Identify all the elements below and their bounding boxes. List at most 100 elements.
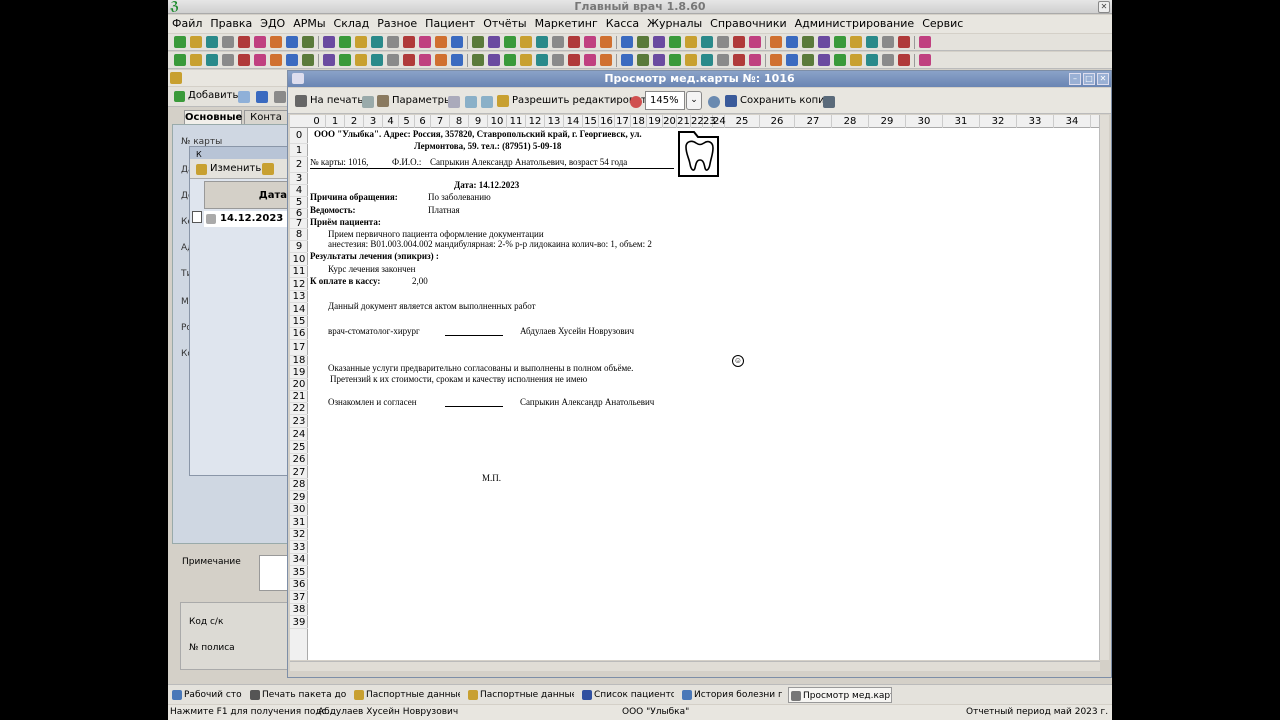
toolbar-tool-icon[interactable] xyxy=(770,54,782,66)
toolbar-tool-icon[interactable] xyxy=(302,54,314,66)
table-row[interactable]: 14.12.2023 xyxy=(204,211,290,227)
toolbar-tool-icon[interactable] xyxy=(238,54,250,66)
toolbar-tool-icon[interactable] xyxy=(882,36,894,48)
tool-icon[interactable] xyxy=(238,91,250,103)
toolbar-tool-icon[interactable] xyxy=(371,54,383,66)
menu-journals[interactable]: Журналы xyxy=(643,15,706,33)
toolbar-tool-icon[interactable] xyxy=(834,54,846,66)
toolbar-tool-icon[interactable] xyxy=(898,54,910,66)
zoom-in-icon[interactable] xyxy=(708,96,720,108)
close-icon[interactable]: ✕ xyxy=(1098,1,1110,13)
toolbar-tool-icon[interactable] xyxy=(749,54,761,66)
toolbar-tool-icon[interactable] xyxy=(733,36,745,48)
toolbar-tool-icon[interactable] xyxy=(488,54,500,66)
toolbar-tool-icon[interactable] xyxy=(174,54,186,66)
toolbar-tool-icon[interactable] xyxy=(355,36,367,48)
toolbar-tool-icon[interactable] xyxy=(568,36,580,48)
menu-arm[interactable]: АРМы xyxy=(289,15,329,33)
task-print-package[interactable]: Печать пакета док... xyxy=(248,687,346,703)
toolbar-tool-icon[interactable] xyxy=(238,36,250,48)
toolbar-tool-icon[interactable] xyxy=(286,36,298,48)
grid-icon[interactable] xyxy=(465,96,477,108)
toolbar-tool-icon[interactable] xyxy=(339,36,351,48)
toolbar-tool-icon[interactable] xyxy=(403,36,415,48)
toolbar-tool-icon[interactable] xyxy=(254,36,266,48)
toolbar-tool-icon[interactable] xyxy=(323,54,335,66)
toolbar-tool-icon[interactable] xyxy=(749,36,761,48)
save-copy-button[interactable]: Сохранить копию xyxy=(724,92,833,110)
toolbar-tool-icon[interactable] xyxy=(919,36,931,48)
note-field[interactable] xyxy=(259,555,288,591)
date-column-header[interactable]: Дата xyxy=(204,181,290,209)
toolbar-tool-icon[interactable] xyxy=(770,36,782,48)
toolbar-tool-icon[interactable] xyxy=(818,36,830,48)
layout-icon[interactable] xyxy=(481,96,493,108)
toolbar-tool-icon[interactable] xyxy=(270,36,282,48)
toolbar-tool-icon[interactable] xyxy=(834,36,846,48)
toolbar-tool-icon[interactable] xyxy=(190,36,202,48)
toolbar-tool-icon[interactable] xyxy=(717,54,729,66)
toolbar-tool-icon[interactable] xyxy=(669,36,681,48)
toolbar-tool-icon[interactable] xyxy=(552,54,564,66)
row-checkbox[interactable] xyxy=(192,211,202,223)
chevron-down-icon[interactable]: ⌄ xyxy=(686,91,702,110)
menu-reports[interactable]: Отчёты xyxy=(479,15,530,33)
toolbar-tool-icon[interactable] xyxy=(435,36,447,48)
lock-icon[interactable] xyxy=(823,96,835,108)
preview-icon[interactable] xyxy=(362,96,374,108)
toolbar-tool-icon[interactable] xyxy=(733,54,745,66)
toolbar-tool-icon[interactable] xyxy=(270,54,282,66)
toolbar-tool-icon[interactable] xyxy=(419,36,431,48)
toolbar-tool-icon[interactable] xyxy=(419,54,431,66)
menu-marketing[interactable]: Маркетинг xyxy=(531,15,602,33)
toolbar-tool-icon[interactable] xyxy=(717,36,729,48)
toolbar-tool-icon[interactable] xyxy=(536,54,548,66)
toolbar-tool-icon[interactable] xyxy=(802,36,814,48)
menu-cash[interactable]: Касса xyxy=(602,15,643,33)
toolbar-tool-icon[interactable] xyxy=(323,36,335,48)
task-desktop[interactable]: Рабочий стол xyxy=(170,687,242,703)
toolbar-tool-icon[interactable] xyxy=(488,36,500,48)
toolbar-tool-icon[interactable] xyxy=(882,54,894,66)
menu-edo[interactable]: ЭДО xyxy=(256,15,289,33)
toolbar-tool-icon[interactable] xyxy=(504,36,516,48)
toolbar-tool-icon[interactable] xyxy=(637,54,649,66)
toolbar-tool-icon[interactable] xyxy=(866,36,878,48)
toolbar-tool-icon[interactable] xyxy=(504,54,516,66)
menu-patient[interactable]: Пациент xyxy=(421,15,479,33)
toolbar-tool-icon[interactable] xyxy=(669,54,681,66)
toolbar-tool-icon[interactable] xyxy=(387,54,399,66)
toolbar-tool-icon[interactable] xyxy=(637,36,649,48)
menu-admin[interactable]: Администрирование xyxy=(791,15,919,33)
toolbar-tool-icon[interactable] xyxy=(536,36,548,48)
toolbar-tool-icon[interactable] xyxy=(786,36,798,48)
toolbar-tool-icon[interactable] xyxy=(701,54,713,66)
vertical-scrollbar[interactable] xyxy=(1099,115,1109,660)
toolbar-tool-icon[interactable] xyxy=(371,36,383,48)
toolbar-tool-icon[interactable] xyxy=(435,54,447,66)
toolbar-tool-icon[interactable] xyxy=(206,36,218,48)
toolbar-tool-icon[interactable] xyxy=(520,54,532,66)
toolbar-tool-icon[interactable] xyxy=(403,54,415,66)
task-medcard-view[interactable]: Просмотр мед.карт... xyxy=(788,687,892,703)
toolbar-tool-icon[interactable] xyxy=(552,36,564,48)
task-passport-2[interactable]: Паспортные данные... xyxy=(466,687,574,703)
toolbar-tool-icon[interactable] xyxy=(621,36,633,48)
menu-edit[interactable]: Правка xyxy=(206,15,256,33)
print-button[interactable]: На печать xyxy=(294,92,363,110)
toolbar-tool-icon[interactable] xyxy=(222,36,234,48)
task-passport-1[interactable]: Паспортные данные... xyxy=(352,687,460,703)
toolbar-tool-icon[interactable] xyxy=(254,54,266,66)
toolbar-tool-icon[interactable] xyxy=(451,54,463,66)
toolbar-tool-icon[interactable] xyxy=(653,54,665,66)
menu-file[interactable]: Файл xyxy=(168,15,206,33)
toolbar-tool-icon[interactable] xyxy=(520,36,532,48)
horizontal-scrollbar[interactable] xyxy=(290,661,1100,671)
toolbar-tool-icon[interactable] xyxy=(802,54,814,66)
task-history[interactable]: История болезни п... xyxy=(680,687,782,703)
toolbar-tool-icon[interactable] xyxy=(701,36,713,48)
toolbar-tool-icon[interactable] xyxy=(653,36,665,48)
menu-warehouse[interactable]: Склад xyxy=(330,15,374,33)
toolbar-tool-icon[interactable] xyxy=(387,36,399,48)
toolbar-tool-icon[interactable] xyxy=(206,54,218,66)
